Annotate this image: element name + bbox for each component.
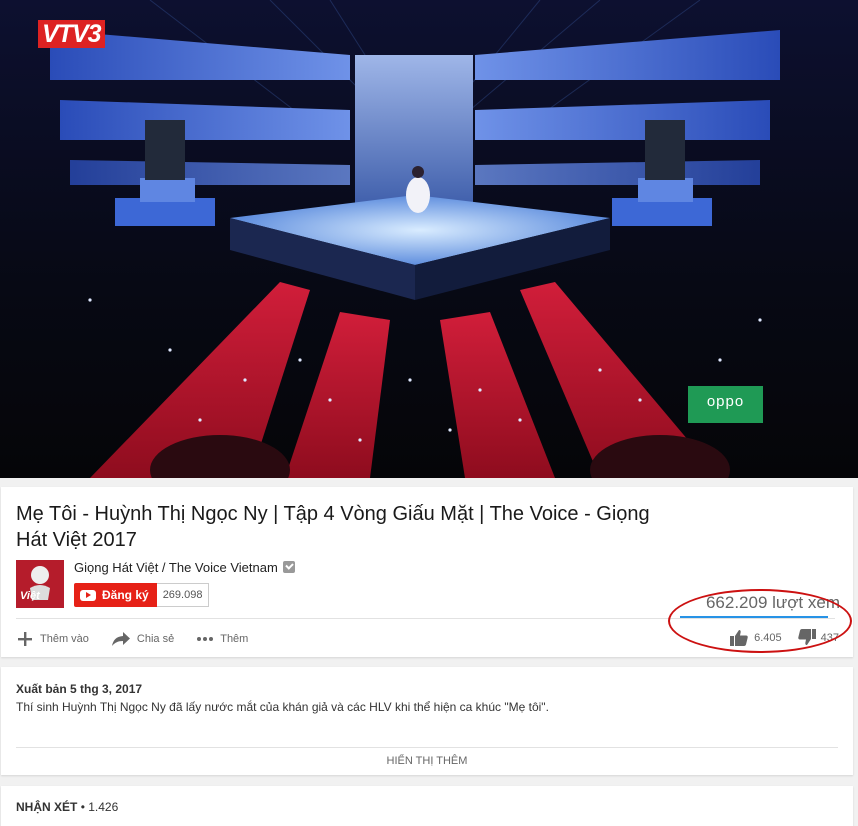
youtube-play-icon [80, 589, 96, 601]
share-button[interactable]: Chia sẻ [111, 631, 174, 647]
comments-header: NHẬN XÉT • 1.426 [16, 800, 118, 814]
video-info-card: Mẹ Tôi - Huỳnh Thị Ngọc Ny | Tập 4 Vòng … [1, 487, 853, 657]
add-to-button[interactable]: Thêm vào [16, 630, 89, 648]
video-player[interactable]: VTV3 oppo [0, 0, 858, 478]
subscribe-label: Đăng ký [102, 588, 149, 602]
description-text: Thí sinh Huỳnh Thị Ngọc Ny đã lấy nước m… [16, 700, 549, 714]
verified-icon [282, 561, 295, 573]
plus-icon [18, 632, 32, 646]
publish-date: Xuất bản 5 thg 3, 2017 [16, 682, 143, 696]
share-icon [111, 632, 130, 646]
subscribe-button[interactable]: Đăng ký [74, 583, 157, 607]
dislike-button[interactable]: 437 [797, 629, 839, 646]
comments-label: NHẬN XÉT [16, 800, 78, 814]
action-bar: Thêm vào Chia sẻ Thêm [16, 630, 270, 648]
more-label: Thêm [220, 633, 249, 645]
description-card: Xuất bản 5 thg 3, 2017 Thí sinh Huỳnh Th… [1, 667, 853, 775]
more-button[interactable]: Thêm [196, 633, 248, 645]
view-count: 662.209 lượt xem [705, 593, 840, 612]
rating-bar: 6.405 437 [730, 629, 839, 646]
channel-name[interactable]: Giọng Hát Việt / The Voice Vietnam [74, 560, 295, 575]
dislike-count: 437 [820, 631, 839, 644]
channel-name-text[interactable]: Giọng Hát Việt / The Voice Vietnam [74, 560, 278, 575]
like-button[interactable]: 6.405 [730, 629, 782, 646]
vtv3-logo: VTV3 [38, 20, 105, 48]
more-dots-icon [197, 637, 214, 641]
add-to-label: Thêm vào [40, 633, 89, 645]
share-label: Chia sẻ [136, 633, 175, 645]
oppo-logo: oppo [706, 393, 745, 410]
channel-avatar[interactable]: Việt [16, 560, 64, 608]
video-title: Mẹ Tôi - Huỳnh Thị Ngọc Ny | Tập 4 Vòng … [16, 503, 650, 551]
thumbs-up-icon [730, 630, 748, 646]
comments-card: NHẬN XÉT • 1.426 [1, 786, 853, 826]
show-more-button[interactable]: HIỂN THỊ THÊM [16, 747, 838, 767]
subscribe-group: Đăng ký 269.098 [74, 583, 210, 607]
thumbs-down-icon [797, 629, 816, 645]
channel-avatar-text: Việt [20, 590, 40, 602]
like-count: 6.405 [754, 631, 782, 644]
subscriber-count: 269.098 [156, 583, 210, 607]
divider [16, 618, 835, 619]
comments-count: • 1.426 [80, 800, 119, 814]
